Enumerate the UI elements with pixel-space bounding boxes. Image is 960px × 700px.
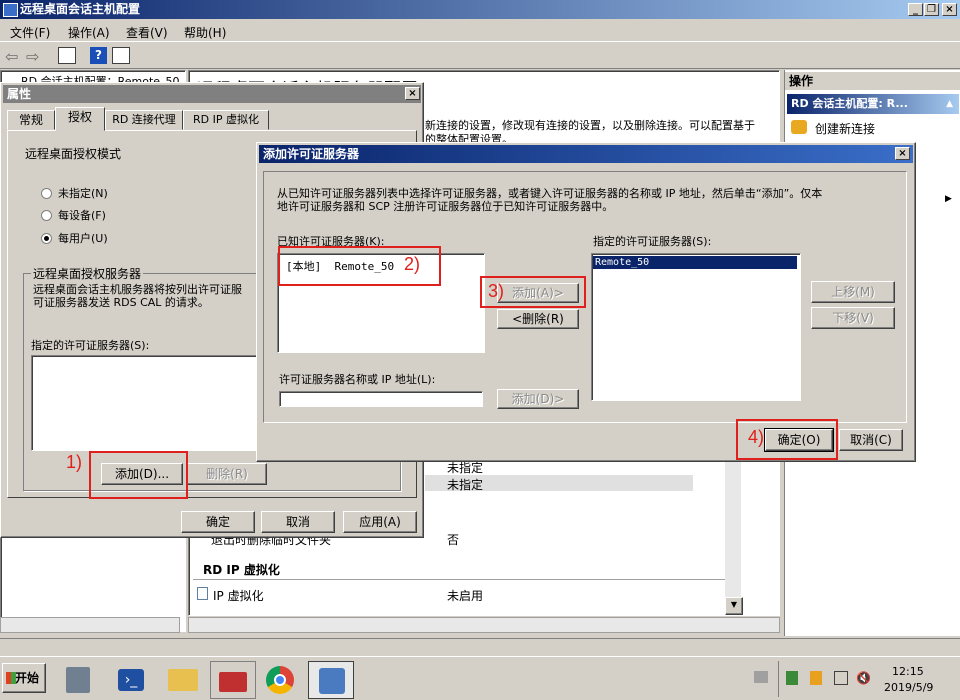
tree-hscrollbar[interactable] (0, 617, 180, 633)
back-icon[interactable]: ⇦ (5, 47, 18, 66)
add-by-name-button[interactable]: 添加(D)> (497, 389, 579, 409)
properties-icon[interactable] (112, 47, 130, 64)
menu-bar: 文件(F) 操作(A) 查看(V) 帮助(H) (0, 20, 960, 42)
clock-time[interactable]: 12:15 (892, 665, 924, 678)
server-manager-icon[interactable] (56, 661, 102, 699)
tab-licensing[interactable]: 授权 (55, 107, 105, 131)
licensing-mode-label: 远程桌面授权模式 (25, 147, 122, 161)
add-license-server-dialog: 添加许可证服务器 × 从已知许可证服务器列表中选择许可证服务器，或者键入许可证服… (256, 142, 916, 462)
collapse-icon[interactable]: ▲ (946, 94, 953, 114)
close-icon[interactable]: × (942, 3, 957, 16)
start-button[interactable]: 开始 (2, 663, 46, 693)
scroll-down-icon[interactable]: ▼ (725, 597, 743, 615)
divider (193, 579, 733, 580)
menu-action[interactable]: 操作(A) (68, 24, 110, 41)
tray-printer-icon[interactable] (754, 671, 768, 683)
group-label: 远程桌面授权服务器 (31, 265, 144, 282)
menu-view[interactable]: 查看(V) (126, 24, 168, 41)
annotation-box-1 (89, 451, 188, 499)
ok-button[interactable]: 确定 (181, 511, 255, 533)
status-bar (0, 638, 960, 656)
cancel-button[interactable]: 取消(C) (839, 429, 903, 451)
name-ip-input[interactable] (279, 391, 483, 407)
specified-servers-label: 指定的许可证服务器(S): (31, 339, 150, 352)
submenu-arrow-icon[interactable]: ▶ (945, 194, 952, 204)
tab-rd-ip-virtualization[interactable]: RD IP 虚拟化 (183, 110, 269, 130)
forward-icon[interactable]: ⇨ (26, 47, 39, 66)
annotation-label-3: 3) (488, 281, 505, 301)
radio-per-device[interactable]: 每设备(F) (41, 207, 106, 223)
create-connection-icon (791, 120, 807, 134)
chrome-icon[interactable] (258, 661, 304, 699)
menu-help[interactable]: 帮助(H) (184, 24, 226, 41)
tray-network-icon[interactable] (786, 671, 798, 685)
main-title-bar: 远程桌面会话主机配置 _ ❐ × (0, 0, 960, 19)
specified-servers-label: 指定的许可证服务器(S): (593, 235, 712, 248)
radio-selected-icon (41, 233, 52, 244)
toolbar: ⇦ ⇨ ? (0, 43, 960, 69)
annotation-label-4: 4) (748, 427, 765, 447)
restore-icon[interactable]: ❐ (924, 3, 939, 16)
taskbar: 开始 ›_ 🔇 12:15 2019/5/9 (0, 656, 960, 700)
tab-general[interactable]: 常规 (7, 110, 55, 130)
actions-header: RD 会话主机配置: R... ▲ (787, 94, 959, 114)
remove-selected-button[interactable]: <删除(R) (497, 309, 579, 329)
explorer-icon[interactable] (160, 661, 206, 699)
properties-title-bar: 属性 × (3, 85, 421, 103)
remove-server-button[interactable]: 删除(R) (187, 463, 267, 485)
powershell-icon[interactable]: ›_ (108, 661, 154, 699)
setting-value: 未指定 (447, 478, 484, 492)
annotation-label-1: 1) (66, 452, 83, 472)
move-down-button[interactable]: 下移(V) (811, 307, 895, 329)
minimize-icon[interactable]: _ (908, 3, 923, 16)
radio-icon (41, 188, 52, 199)
menu-file[interactable]: 文件(F) (10, 24, 50, 41)
clock-date[interactable]: 2019/5/9 (884, 681, 933, 694)
vertical-scrollbar[interactable]: ▼ (725, 441, 743, 615)
show-tree-icon[interactable] (58, 47, 76, 64)
close-icon[interactable]: × (895, 147, 910, 160)
radio-icon (41, 210, 52, 221)
cancel-button[interactable]: 取消 (261, 511, 335, 533)
tray-security-icon[interactable] (810, 671, 822, 685)
help-icon[interactable]: ? (90, 47, 107, 64)
create-connection-link[interactable]: 创建新连接 (815, 120, 875, 137)
windows-logo-icon (6, 672, 16, 684)
main-window-title: 远程桌面会话主机配置 (20, 2, 141, 16)
specified-servers-list[interactable]: Remote_50 (591, 253, 801, 401)
content-hscrollbar[interactable] (188, 617, 780, 633)
actions-title: 操作 (785, 72, 960, 90)
section-heading-rd-ip: RD IP 虚拟化 (203, 563, 280, 577)
close-icon[interactable]: × (405, 87, 420, 100)
tray-volume-muted-icon[interactable]: 🔇 (856, 671, 871, 685)
ip-virtualization-value: 未启用 (447, 589, 484, 603)
tray-monitor-icon[interactable] (834, 671, 848, 685)
document-icon (197, 587, 208, 600)
radio-unspecified[interactable]: 未指定(N) (41, 185, 108, 201)
tray-divider (778, 661, 779, 697)
specified-server-item[interactable]: Remote_50 (593, 256, 797, 269)
group-desc-2: 可证服务器发送 RDS CAL 的请求。 (33, 296, 209, 309)
apply-button[interactable]: 应用(A) (343, 511, 417, 533)
move-up-button[interactable]: 上移(M) (811, 281, 895, 303)
setting-value: 否 (447, 533, 460, 547)
tab-rd-connection-broker[interactable]: RD 连接代理 (105, 110, 183, 130)
toolbox-icon[interactable] (210, 661, 256, 699)
app-icon (3, 3, 18, 17)
rd-config-task-icon[interactable] (308, 661, 354, 699)
specified-servers-list[interactable] (31, 355, 261, 451)
name-ip-label: 许可证服务器名称或 IP 地址(L): (279, 373, 436, 386)
add-dialog-desc-2: 地许可证服务器和 SCP 注册许可证服务器位于已知许可证服务器中。 (277, 200, 614, 213)
radio-per-user[interactable]: 每用户(U) (41, 230, 108, 246)
annotation-label-2: 2) (404, 254, 421, 274)
ip-virtualization-label[interactable]: IP 虚拟化 (213, 587, 264, 604)
add-dialog-title-bar: 添加许可证服务器 × (259, 145, 913, 163)
